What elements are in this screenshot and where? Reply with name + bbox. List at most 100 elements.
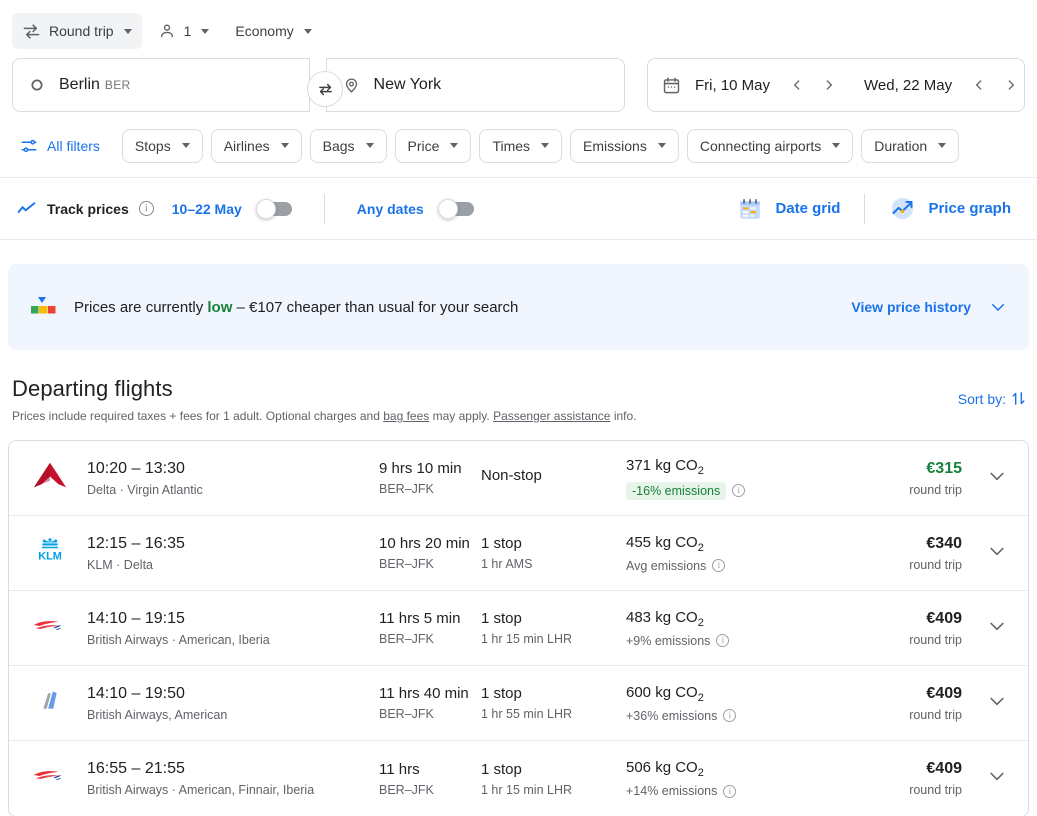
cabin-class-label: Economy [235, 23, 294, 39]
subtitle-part-c: info. [610, 409, 637, 423]
flight-co2: 600 kg CO2 [626, 684, 786, 704]
british-airways-logo [31, 760, 69, 797]
filter-chip-stops[interactable]: Stops [121, 128, 203, 163]
filter-chip-bags[interactable]: Bags [309, 128, 387, 163]
info-icon[interactable]: i [723, 784, 737, 798]
flight-price-type: round trip [909, 707, 962, 722]
flight-stop-detail: 1 hr 15 min LHR [481, 782, 573, 797]
return-date-segment[interactable]: Wed, 22 May [864, 70, 1026, 100]
filter-chip-label: Duration [874, 137, 928, 154]
chevron-down-icon [987, 541, 1007, 566]
trip-type-label: Round trip [49, 23, 114, 39]
bag-fees-link[interactable]: bag fees [383, 409, 429, 423]
info-icon[interactable]: i [732, 484, 746, 497]
flight-duration: 11 hrs 5 min [379, 610, 461, 627]
chevron-down-icon [541, 143, 550, 148]
any-dates-toggle[interactable] [437, 198, 474, 219]
all-filters-button[interactable]: All filters [16, 133, 104, 159]
flight-emissions-cell: 600 kg CO2 +36% emissions i [626, 684, 786, 723]
expand-flight-button[interactable] [980, 691, 1014, 716]
info-icon[interactable]: i [138, 201, 154, 216]
sort-arrows-icon [1010, 390, 1027, 407]
flight-emissions-cell: 455 kg CO2 Avg emissions i [626, 534, 786, 573]
emissions-note: Avg emissions [626, 558, 707, 573]
filter-chip-times[interactable]: Times [479, 128, 563, 163]
table-row[interactable]: 14:10 – 19:50 British Airways, American … [9, 666, 1028, 741]
page-title: Departing flights [12, 376, 173, 401]
filter-chip-airlines[interactable]: Airlines [210, 128, 302, 163]
airline-logo [31, 610, 87, 647]
filter-chip-connecting-airports[interactable]: Connecting airports [686, 128, 854, 163]
flight-times-cell: 14:10 – 19:50 British Airways, American [87, 685, 379, 722]
flight-airlines: KLM · Delta [87, 557, 153, 572]
any-dates-label[interactable]: Any dates [357, 201, 424, 217]
date-range-box[interactable]: Fri, 10 May Wed, 22 May [647, 58, 1025, 112]
origin-code: BER [104, 78, 131, 92]
chevron-down-icon [123, 28, 132, 34]
flight-duration: 9 hrs 10 min [379, 460, 462, 477]
flight-price: €409 [926, 684, 962, 702]
date-grid-button[interactable]: Date grid [727, 190, 850, 228]
flight-duration-cell: 11 hrs BER–JFK [379, 761, 481, 797]
track-dates-toggle[interactable] [255, 198, 292, 219]
chevron-down-icon [280, 143, 289, 148]
table-row[interactable]: 10:20 – 13:30 Delta · Virgin Atlantic 9 … [9, 441, 1028, 516]
flight-duration: 10 hrs 20 min [379, 535, 470, 552]
filter-chip-emissions[interactable]: Emissions [570, 128, 679, 163]
flight-price-cell: €315 round trip [786, 460, 980, 497]
emissions-note: +9% emissions [626, 633, 711, 648]
info-icon[interactable]: i [712, 559, 726, 572]
passenger-assistance-link[interactable]: Passenger assistance [493, 409, 610, 423]
filter-chip-duration[interactable]: Duration [861, 128, 960, 163]
flight-stops: 1 stop [481, 760, 522, 778]
origin-city-text: Berlin BER [59, 76, 130, 94]
table-row[interactable]: KLM 12:15 – 16:35 KLM · Delta 10 hrs 20 … [9, 516, 1028, 591]
track-divider [323, 193, 325, 224]
origin-input-box[interactable]: Berlin BER [12, 58, 310, 112]
expand-flight-button[interactable] [980, 541, 1014, 566]
expand-flight-button[interactable] [980, 466, 1014, 491]
departure-date-segment[interactable]: Fri, 10 May [695, 70, 844, 100]
trip-type-selector[interactable]: Round trip [12, 13, 142, 49]
destination-field[interactable]: New York [327, 76, 624, 94]
filter-chip-price[interactable]: Price [394, 128, 472, 163]
departure-next-day-button[interactable] [814, 70, 844, 100]
toggle-knob [437, 198, 458, 219]
circle-origin-icon [29, 77, 45, 93]
destination-input-box[interactable]: New York [325, 58, 625, 112]
info-icon[interactable]: i [723, 709, 737, 722]
filter-chip-label: Stops [134, 137, 171, 154]
chevron-down-icon [450, 143, 459, 148]
price-graph-button[interactable]: Price graph [879, 189, 1021, 228]
flight-price-type: round trip [909, 557, 962, 572]
flight-stop-detail: 1 hr AMS [481, 557, 533, 571]
return-next-day-button[interactable] [996, 70, 1026, 100]
flight-duration-cell: 10 hrs 20 min BER–JFK [379, 535, 481, 571]
expand-flight-button[interactable] [980, 766, 1014, 791]
table-row[interactable]: 14:10 – 19:15 British Airways · American… [9, 591, 1028, 666]
date-range-label[interactable]: 10–22 May [172, 201, 242, 217]
info-icon[interactable]: i [716, 634, 730, 647]
passengers-selector[interactable]: 1 [148, 13, 220, 49]
flight-emissions-note-row: +36% emissions i [626, 709, 786, 723]
expand-flight-button[interactable] [980, 616, 1014, 641]
british-airways-logo [31, 610, 69, 647]
chevron-down-icon [987, 466, 1007, 491]
table-row[interactable]: 16:55 – 21:55 British Airways · American… [9, 741, 1028, 816]
filter-chip-label: Times [492, 137, 531, 154]
flight-route: BER–JFK [379, 707, 434, 721]
return-date-label: Wed, 22 May [864, 76, 953, 94]
origin-field[interactable]: Berlin BER [13, 76, 309, 94]
flight-co2: 371 kg CO2 [626, 457, 786, 477]
cabin-class-selector[interactable]: Economy [225, 13, 321, 49]
filter-chip-label: Connecting airports [699, 137, 822, 154]
view-price-history-button[interactable]: View price history [851, 298, 1007, 316]
return-prev-day-button[interactable] [964, 70, 994, 100]
co2-subscript: 2 [697, 691, 704, 704]
flight-emissions-note-row: +9% emissions i [626, 634, 786, 648]
flight-route: BER–JFK [379, 782, 434, 797]
swap-airports-button[interactable] [307, 71, 343, 107]
trip-options-bar: Round trip 1 Economy [0, 0, 1037, 54]
departure-prev-day-button[interactable] [782, 70, 812, 100]
sort-by-button[interactable]: Sort by: [958, 390, 1027, 407]
